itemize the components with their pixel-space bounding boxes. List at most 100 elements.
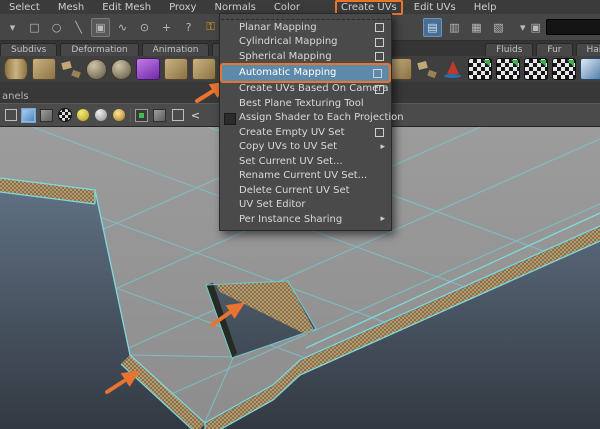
chevron-down-icon[interactable]: ▾ xyxy=(519,18,527,37)
scene-cube-icon[interactable] xyxy=(152,108,167,123)
snap-point-icon[interactable]: ⊙ xyxy=(135,18,154,37)
poly-barrel-icon[interactable] xyxy=(4,58,28,80)
uv-checker-b-icon[interactable] xyxy=(496,58,520,80)
poly-shatter-icon[interactable] xyxy=(60,59,82,79)
render-settings-icon[interactable]: ▧ xyxy=(489,18,508,37)
menu-item-label: Planar Mapping xyxy=(239,21,317,33)
textured-cube-glyph xyxy=(40,108,53,122)
menu-item-set-current-uv-set-[interactable]: Set Current UV Set... xyxy=(220,154,391,169)
menu-item-cylindrical-mapping[interactable]: Cylindrical Mapping xyxy=(220,35,391,50)
curve-snap-icon[interactable]: ∿ xyxy=(113,18,132,37)
uv-projection-cone-icon[interactable] xyxy=(442,59,464,79)
menu-item-label: Create UVs Based On Camera xyxy=(239,83,389,95)
menu-item-label: UV Set Editor xyxy=(239,199,306,211)
shelf-tab-deformation[interactable]: Deformation xyxy=(60,43,139,56)
uv-texture-editor-icon[interactable] xyxy=(580,58,600,80)
panel-menu-partial-label[interactable]: anels xyxy=(2,91,29,102)
option-box-icon[interactable] xyxy=(375,84,384,94)
menu-item-assign-shader-to-each-projection[interactable]: Assign Shader to Each Projection xyxy=(220,111,404,126)
menu-item-per-instance-sharing[interactable]: Per Instance Sharing ▸ xyxy=(220,212,391,227)
menu-color[interactable]: Color xyxy=(265,2,309,13)
submenu-arrow-icon: ▸ xyxy=(380,214,385,225)
option-box-icon[interactable] xyxy=(373,68,382,78)
chevron-down-icon[interactable]: ▾ xyxy=(3,18,22,37)
menu-item-create-empty-uv-set[interactable]: Create Empty UV Set xyxy=(220,125,391,140)
menu-item-best-plane-texturing-tool[interactable]: Best Plane Texturing Tool xyxy=(220,96,391,111)
render-frame-icon[interactable]: ▥ xyxy=(445,18,464,37)
shaded-cube-icon[interactable] xyxy=(21,108,36,123)
checker-sphere-icon[interactable] xyxy=(57,108,72,123)
menu-normals[interactable]: Normals xyxy=(205,2,264,13)
light-yellow-icon[interactable] xyxy=(75,108,90,123)
option-box-icon[interactable] xyxy=(375,23,384,33)
shelf-tab-hair[interactable]: Hair xyxy=(575,43,600,56)
snap-grid-icon[interactable]: ▣ xyxy=(91,17,110,37)
shelf-tab-fluids[interactable]: Fluids xyxy=(485,43,534,56)
status-left-icons: ▾□○╲▣∿⊙+?⚿▩ xyxy=(0,17,242,37)
menu-edit-mesh[interactable]: Edit Mesh xyxy=(93,2,160,13)
poly-planes-icon[interactable] xyxy=(164,58,188,80)
light-default-icon[interactable] xyxy=(93,108,108,123)
panel-frame-glyph xyxy=(171,109,184,121)
poly-cube-purple-icon[interactable] xyxy=(136,58,160,80)
menu-mesh[interactable]: Mesh xyxy=(49,2,93,13)
move-tool-icon[interactable]: + xyxy=(157,18,176,37)
shelf-tab-animation[interactable]: Animation xyxy=(141,43,210,56)
option-box-icon[interactable] xyxy=(375,52,384,62)
uv-plane-tiles-icon[interactable] xyxy=(416,59,438,79)
shelf-tab-fur[interactable]: Fur xyxy=(536,43,573,56)
field-mode-icon[interactable]: ▣ xyxy=(530,18,542,37)
ipr-render-icon[interactable]: ▦ xyxy=(467,18,486,37)
menu-item-copy-uvs-to-uv-set[interactable]: Copy UVs to UV Set ▸ xyxy=(220,140,391,155)
wireframe-cube-glyph xyxy=(4,109,17,121)
menu-item-label: Set Current UV Set... xyxy=(239,155,343,167)
share-node-icon[interactable]: < xyxy=(188,108,203,123)
checkbox[interactable] xyxy=(224,112,236,125)
menu-item-label: Best Plane Texturing Tool xyxy=(239,97,364,109)
circle-select-icon[interactable]: ○ xyxy=(47,18,66,37)
menu-item-label: Cylindrical Mapping xyxy=(239,36,338,48)
poly-plane-select-icon[interactable] xyxy=(192,58,216,80)
checker-sphere-glyph xyxy=(57,108,72,122)
light-default-glyph xyxy=(94,109,107,121)
menu-select[interactable]: Select xyxy=(0,2,49,13)
poly-sphere-b-icon[interactable] xyxy=(111,58,132,80)
option-box-icon[interactable] xyxy=(375,128,384,138)
isolate-select-glyph xyxy=(135,108,148,122)
poly-sphere-tray-icon[interactable] xyxy=(32,58,56,80)
maya-window: Select Mesh Edit Mesh Proxy Normals Color Crea… xyxy=(0,0,600,429)
light-yellow-glyph xyxy=(76,109,89,121)
submenu-arrow-icon: ▸ xyxy=(380,141,385,152)
uv-checker-grid-icon[interactable] xyxy=(552,58,576,80)
light-glow-icon[interactable] xyxy=(111,108,126,123)
render-view-icon[interactable]: ▤ xyxy=(423,17,442,37)
textured-cube-icon[interactable] xyxy=(39,108,54,123)
menu-item-spherical-mapping[interactable]: Spherical Mapping xyxy=(220,49,391,64)
menu-item-label: Automatic Mapping xyxy=(239,67,337,78)
option-box-icon[interactable] xyxy=(375,37,384,47)
menu-proxy[interactable]: Proxy xyxy=(160,2,205,13)
isolate-select-icon[interactable] xyxy=(134,108,149,123)
menu-item-delete-current-uv-set[interactable]: Delete Current UV Set xyxy=(220,183,391,198)
menu-edit-uvs[interactable]: Edit UVs xyxy=(405,2,465,13)
lock-icon[interactable]: ⚿ xyxy=(201,18,220,37)
uv-checker-c-icon[interactable] xyxy=(524,58,548,80)
status-right-icons: ▤ ▥ ▦ ▧ xyxy=(420,17,508,37)
menu-item-create-uvs-based-on-camera[interactable]: Create UVs Based On Camera xyxy=(220,82,391,97)
menu-help[interactable]: Help xyxy=(465,2,506,13)
uv-checker-a-icon[interactable] xyxy=(468,58,492,80)
square-select-icon[interactable]: □ xyxy=(25,18,44,37)
wireframe-cube-icon[interactable] xyxy=(3,108,18,123)
line-snap-icon[interactable]: ╲ xyxy=(69,18,88,37)
menu-item-automatic-mapping[interactable]: Automatic Mapping xyxy=(220,62,391,83)
menu-item-rename-current-uv-set-[interactable]: Rename Current UV Set... xyxy=(220,169,391,184)
scene-cube-glyph xyxy=(153,108,166,122)
command-input[interactable] xyxy=(545,19,600,35)
help-icon[interactable]: ? xyxy=(179,18,198,37)
shelf-tab-subdivs[interactable]: Subdivs xyxy=(0,43,58,56)
panel-frame-icon[interactable] xyxy=(170,108,185,123)
menu-item-uv-set-editor[interactable]: UV Set Editor xyxy=(220,198,391,213)
menu-item-planar-mapping[interactable]: Planar Mapping xyxy=(220,20,391,35)
menu-item-label: Assign Shader to Each Projection xyxy=(239,112,404,124)
poly-sphere-a-icon[interactable] xyxy=(86,58,107,80)
